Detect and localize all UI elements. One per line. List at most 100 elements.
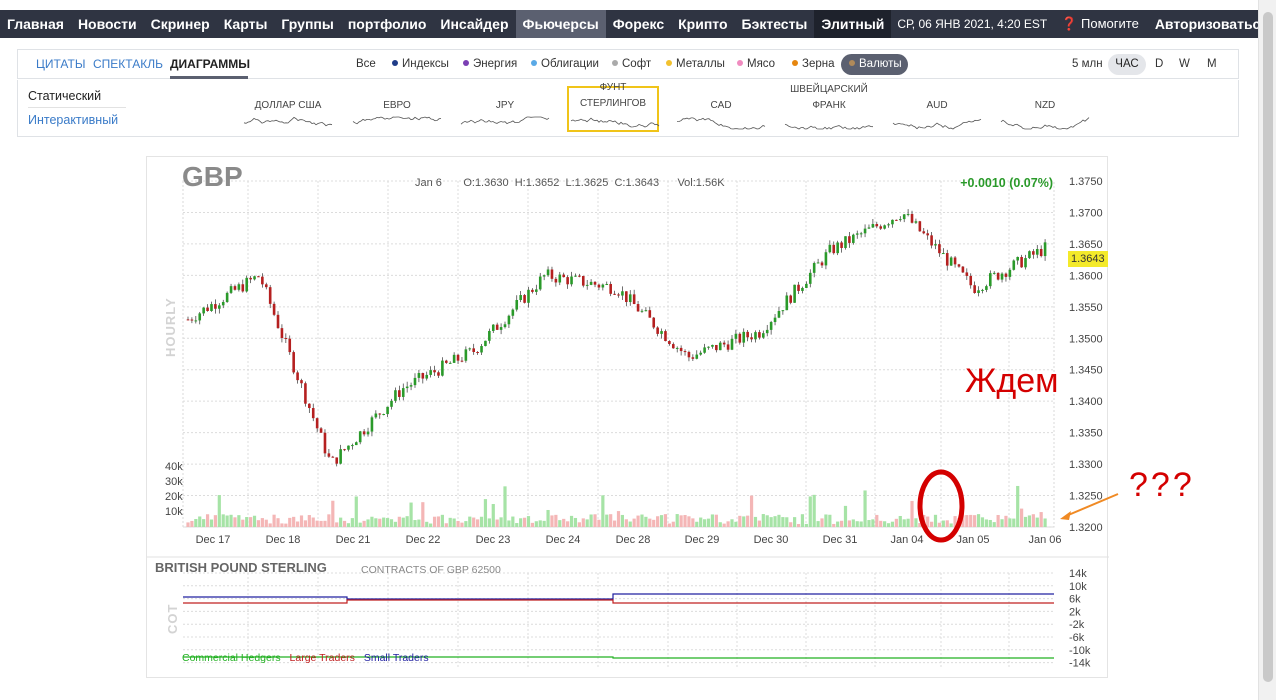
date-tick-label: Dec 23 bbox=[476, 534, 511, 546]
volume-bar bbox=[413, 520, 417, 527]
candle-body bbox=[308, 403, 311, 409]
currency-thumb-1[interactable]: ЕВРО bbox=[351, 86, 443, 132]
nav-item-news[interactable]: Новости bbox=[71, 10, 144, 38]
tab-performance[interactable]: СПЕКТАКЛЬ bbox=[93, 57, 163, 71]
candle-body bbox=[742, 331, 746, 343]
nav-item-screener[interactable]: Скринер bbox=[144, 10, 217, 38]
login-link[interactable]: Авторизоваться bbox=[1147, 10, 1258, 38]
tab-quotes[interactable]: ЦИТАТЫ bbox=[36, 57, 85, 71]
volume-bar bbox=[789, 522, 793, 527]
nav-item-forex[interactable]: Форекс bbox=[606, 10, 671, 38]
volume-bar bbox=[597, 519, 601, 527]
tab-charts[interactable]: ДИАГРАММЫ bbox=[170, 57, 250, 71]
chart-ohlc-readout: Jan 6 O:1.3630 H:1.3652 L:1.3625 C:1.364… bbox=[415, 177, 725, 189]
candle-body bbox=[660, 331, 663, 334]
volume-bar bbox=[683, 515, 687, 527]
nav-item-home[interactable]: Главная bbox=[0, 10, 71, 38]
volume-bar bbox=[761, 514, 765, 527]
timeframe-day[interactable]: D bbox=[1155, 58, 1163, 70]
candle-body bbox=[1039, 249, 1043, 257]
nav-item-crypto[interactable]: Крипто bbox=[671, 10, 734, 38]
price-tick-label: 1.3350 bbox=[1069, 428, 1103, 440]
candle-body bbox=[409, 385, 413, 387]
volume-bar bbox=[311, 517, 315, 527]
scrollbar-thumb[interactable] bbox=[1263, 12, 1273, 682]
candle-body bbox=[562, 274, 566, 278]
candle-body bbox=[452, 354, 456, 363]
volume-bar bbox=[421, 502, 425, 527]
vertical-scrollbar[interactable] bbox=[1258, 0, 1276, 700]
volume-bar bbox=[1035, 517, 1039, 527]
filter-energy[interactable]: Энергия bbox=[463, 58, 517, 70]
currency-thumb-2[interactable]: JPY bbox=[459, 86, 551, 132]
volume-bar bbox=[957, 518, 961, 527]
cot-tick-label: -6k bbox=[1069, 632, 1085, 644]
volume-bar bbox=[581, 518, 585, 527]
filter-all[interactable]: Все bbox=[356, 58, 376, 70]
volume-bar bbox=[706, 518, 711, 527]
candle-body bbox=[507, 315, 511, 325]
legend-large-traders: Large Traders bbox=[289, 652, 355, 664]
nav-item-portfolio[interactable]: портфолио bbox=[341, 10, 434, 38]
candle-body bbox=[671, 344, 675, 349]
volume-bar bbox=[534, 521, 538, 527]
filter-bonds[interactable]: Облигации bbox=[531, 58, 599, 70]
currency-thumb-5[interactable]: ШВЕЙЦАРСКИЙ ФРАНК bbox=[783, 84, 875, 132]
volume-bar bbox=[288, 517, 292, 527]
nav-item-groups[interactable]: Группы bbox=[274, 10, 340, 38]
cot-large-traders-line bbox=[183, 599, 1054, 604]
candle-body bbox=[550, 269, 554, 279]
candle-body bbox=[718, 342, 722, 351]
volume-bar bbox=[793, 517, 797, 527]
candle-body bbox=[703, 347, 706, 353]
candle-body bbox=[315, 418, 319, 429]
candle-body bbox=[546, 269, 550, 276]
currency-thumb-4[interactable]: CAD bbox=[675, 86, 767, 132]
filter-label: Мясо bbox=[747, 58, 776, 70]
volume-bar bbox=[812, 494, 816, 527]
volume-bar bbox=[217, 495, 221, 527]
mode-static[interactable]: Статический bbox=[28, 89, 101, 103]
nav-item-maps[interactable]: Карты bbox=[217, 10, 275, 38]
price-chart-canvas[interactable]: 1.3750 1.3700 1.3650 1.3600 1.3550 1.3500 1.34… bbox=[147, 157, 1109, 679]
volume-bar bbox=[734, 521, 738, 527]
candle-body bbox=[186, 319, 190, 321]
volume-bar bbox=[796, 523, 801, 527]
timeframe-month[interactable]: M bbox=[1207, 58, 1217, 70]
cot-tick-label: 6k bbox=[1069, 594, 1081, 606]
volume-bar bbox=[292, 516, 296, 527]
candle-body bbox=[734, 333, 738, 339]
mode-interactive[interactable]: Интерактивный bbox=[28, 113, 118, 127]
candle-body bbox=[401, 388, 405, 397]
volume-bar bbox=[1020, 508, 1024, 527]
filter-metals[interactable]: Металлы bbox=[666, 58, 725, 70]
candle-body bbox=[664, 331, 667, 342]
timeframe-hour[interactable]: ЧАС bbox=[1108, 54, 1146, 75]
timeframe-week[interactable]: W bbox=[1179, 58, 1190, 70]
nav-item-backtests[interactable]: Бэктесты bbox=[735, 10, 815, 38]
currency-thumb-0[interactable]: ДОЛЛАР США bbox=[242, 86, 334, 132]
currency-thumb-6[interactable]: AUD bbox=[891, 86, 983, 132]
volume-bar bbox=[863, 490, 867, 527]
candle-body bbox=[425, 374, 429, 379]
volume-bar bbox=[914, 518, 918, 527]
candle-body bbox=[687, 351, 691, 358]
candle-body bbox=[574, 275, 577, 277]
filter-grains[interactable]: Зерна bbox=[792, 58, 834, 70]
nav-item-futures[interactable]: Фьючерсы bbox=[515, 10, 606, 38]
volume-bar bbox=[444, 523, 448, 527]
sparkline-icon bbox=[460, 116, 550, 125]
help-link[interactable]: ❓ Помогите bbox=[1053, 10, 1147, 38]
volume-bar bbox=[569, 515, 574, 527]
filter-softs[interactable]: Софт bbox=[612, 58, 651, 70]
currency-thumb-3[interactable]: ФУНТ СТЕРЛИНГОВ bbox=[567, 82, 660, 132]
nav-item-insider[interactable]: Инсайдер bbox=[433, 10, 515, 38]
filter-currencies[interactable]: Валюты bbox=[841, 54, 908, 75]
currency-thumb-7[interactable]: NZD bbox=[999, 86, 1091, 132]
nav-item-elite[interactable]: Элитный bbox=[814, 10, 892, 38]
active-tab-underline bbox=[170, 76, 248, 79]
timeframe-5min[interactable]: 5 млн bbox=[1072, 58, 1103, 70]
filter-meats[interactable]: Мясо bbox=[737, 58, 775, 70]
filter-indices[interactable]: Индексы bbox=[392, 58, 449, 70]
candle-body bbox=[190, 319, 194, 321]
